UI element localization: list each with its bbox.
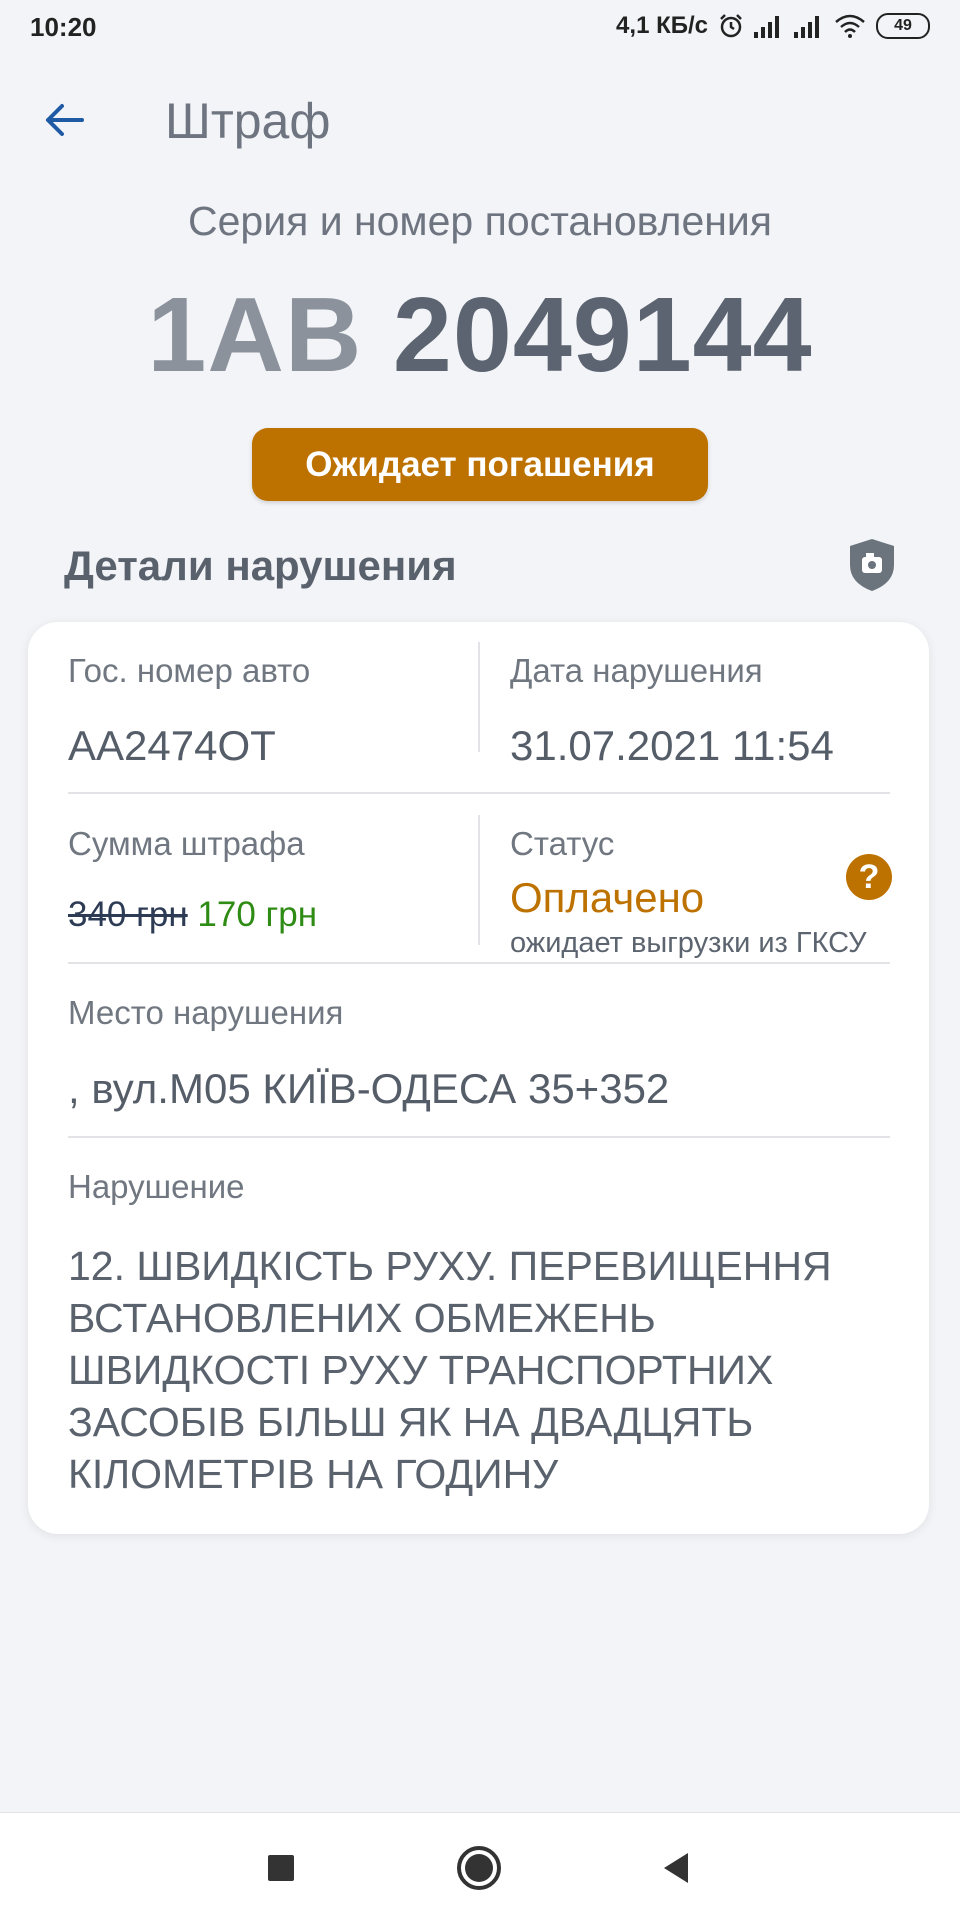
shield-camera-icon[interactable] (846, 537, 898, 593)
divider (478, 815, 480, 945)
amount-old: 340 грн (68, 895, 188, 934)
ticket-number: 2049144 (392, 276, 813, 394)
status-icons: 4,1 КБ/с 49 (616, 12, 930, 40)
divider (478, 642, 480, 752)
status-label: Статус (510, 825, 615, 862)
navigation-bar (0, 1812, 960, 1921)
divider (68, 792, 890, 794)
status-time: 10:20 (30, 12, 97, 42)
help-icon[interactable]: ? (846, 854, 892, 900)
app-bar: Штраф (0, 80, 960, 160)
date-value: 31.07.2021 11:54 (510, 722, 834, 769)
status-value: Оплачено (510, 874, 705, 921)
violation-text: 12. ШВИДКІСТЬ РУХУ. ПЕРЕВИЩЕННЯ ВСТАНОВЛ… (68, 1243, 832, 1497)
circle-icon[interactable] (454, 1843, 504, 1893)
square-icon[interactable] (256, 1843, 306, 1893)
place-label: Место нарушения (68, 994, 344, 1031)
amount-value: 340 грн 170 грн (68, 895, 317, 935)
series-number: 1АВ 2049144 (0, 275, 960, 396)
date-label: Дата нарушения (510, 652, 763, 689)
arrow-left-icon[interactable] (36, 96, 96, 144)
signal-icon (754, 16, 779, 38)
violation-label: Нарушение (68, 1168, 245, 1205)
triangle-back-icon[interactable] (652, 1843, 702, 1893)
amount-new: 170 грн (197, 895, 318, 934)
divider (68, 1136, 890, 1138)
status-note: ожидает выгрузки из ГКСУ (510, 927, 867, 959)
status-badge[interactable]: Ожидает погашения (252, 428, 708, 501)
battery-icon: 49 (876, 13, 930, 39)
place-value: , вул.М05 КИЇВ-ОДЕСА 35+352 (68, 1065, 670, 1112)
details-card: Гос. номер авто AA2474OT Дата нарушения … (28, 622, 929, 1534)
alarm-icon (720, 14, 742, 38)
wifi-icon (835, 14, 865, 38)
signal-icon (794, 16, 819, 38)
plate-label: Гос. номер авто (68, 652, 311, 689)
network-speed: 4,1 КБ/с (616, 12, 708, 39)
plate-value: AA2474OT (68, 722, 276, 769)
status-bar: 10:20 4,1 КБ/с 49 (0, 0, 960, 56)
series-prefix: 1АВ (147, 276, 363, 394)
details-title: Детали нарушения (64, 542, 457, 589)
page-title: Штраф (165, 93, 331, 149)
divider (68, 962, 890, 964)
amount-label: Сумма штрафа (68, 825, 305, 862)
series-label: Серия и номер постановления (187, 198, 772, 244)
